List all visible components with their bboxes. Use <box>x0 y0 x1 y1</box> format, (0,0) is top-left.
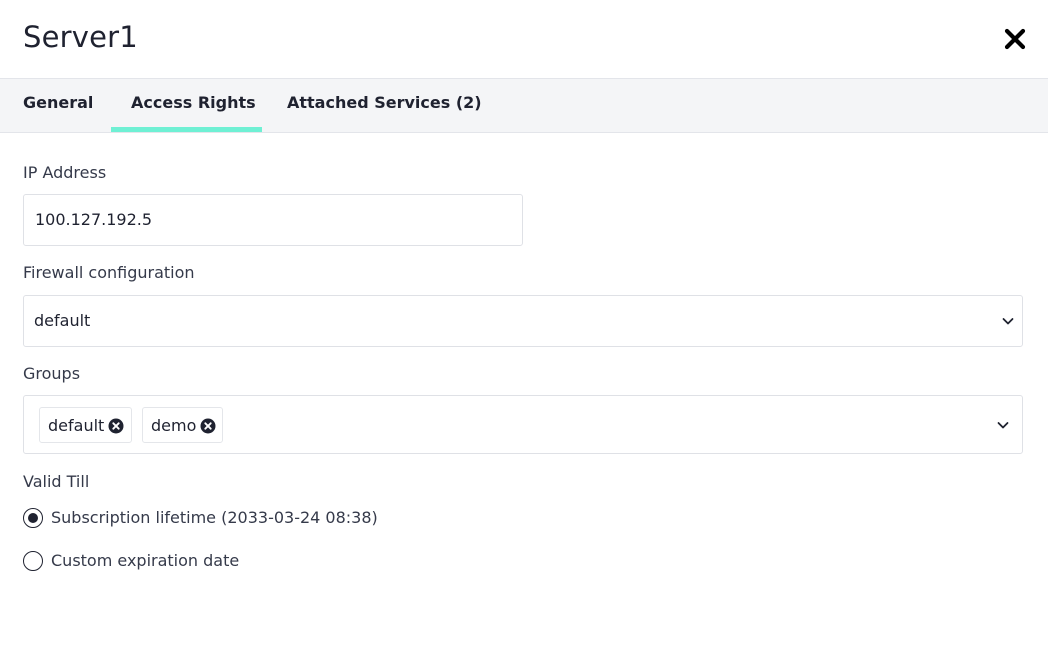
tab-access-rights[interactable]: Access Rights <box>111 79 262 132</box>
dialog-title: Server1 <box>23 20 138 54</box>
groups-label: Groups <box>23 364 81 383</box>
tab-bar: General Access Rights Attached Services … <box>0 78 1048 133</box>
radio-subscription-lifetime[interactable]: Subscription lifetime (2033-03-24 08:38) <box>23 508 393 530</box>
firewall-configuration-value: default <box>34 311 91 330</box>
group-chip-demo: demo <box>142 407 223 443</box>
radio-custom-expiration-label: Custom expiration date <box>51 551 240 570</box>
radio-button-unchecked[interactable] <box>23 551 43 571</box>
tab-general[interactable]: General <box>23 79 93 132</box>
tab-general-label: General <box>23 93 94 112</box>
radio-subscription-lifetime-label: Subscription lifetime (2033-03-24 08:38) <box>51 508 378 527</box>
remove-circle-icon[interactable] <box>200 418 216 434</box>
chevron-down-icon <box>1002 318 1014 325</box>
dialog-header: Server1 <box>0 0 1048 78</box>
firewall-configuration-label: Firewall configuration <box>23 263 195 282</box>
tab-attached-services[interactable]: Attached Services (2) <box>287 79 482 132</box>
radio-button-checked[interactable] <box>23 508 43 528</box>
tab-attached-services-label: Attached Services (2) <box>287 93 482 112</box>
close-x-icon <box>1004 28 1026 50</box>
radio-custom-expiration[interactable]: Custom expiration date <box>23 551 253 573</box>
group-chip-default: default <box>39 407 132 443</box>
chevron-down-icon <box>997 422 1009 429</box>
remove-circle-icon[interactable] <box>108 418 124 434</box>
close-button[interactable] <box>1003 27 1027 51</box>
ip-address-input[interactable]: 100.127.192.5 <box>23 194 523 246</box>
valid-till-label: Valid Till <box>23 472 90 491</box>
tab-access-rights-label: Access Rights <box>131 93 256 112</box>
groups-multiselect[interactable]: default demo <box>23 395 1023 454</box>
ip-address-value: 100.127.192.5 <box>35 210 153 229</box>
group-chip-label: demo <box>151 416 197 435</box>
firewall-configuration-select[interactable]: default <box>23 295 1023 347</box>
active-tab-indicator <box>111 127 262 132</box>
ip-address-label: IP Address <box>23 163 107 182</box>
group-chip-label: default <box>48 416 105 435</box>
